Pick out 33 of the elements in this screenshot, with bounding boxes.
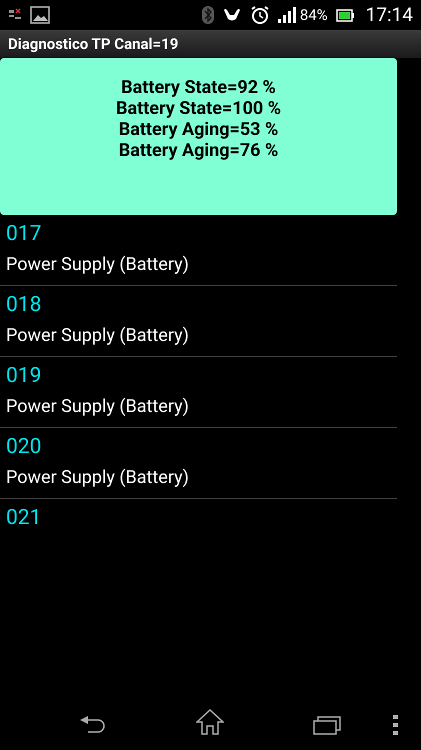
item-label: Power Supply (Battery) [6,253,190,277]
toast-line: Battery State=100 % [116,98,281,119]
image-icon [30,6,50,24]
clock-time: 17:14 [366,2,413,28]
item-code: 018 [6,292,42,318]
menu-icon [393,715,399,735]
toast-line: Battery Aging=76 % [118,140,278,161]
alarm-clock-icon [250,5,270,25]
toast-line: Battery State=92 % [121,77,276,98]
item-code: 020 [6,434,42,460]
list-item[interactable]: 021 [0,499,397,570]
home-icon [196,709,224,735]
battery-percent: 84% [300,4,328,26]
list-item[interactable]: 020 Power Supply (Battery) [0,428,397,499]
item-code: 021 [6,505,42,531]
notification-icon [8,8,22,22]
item-code: 017 [6,221,42,247]
recent-apps-icon [313,715,341,735]
list-item[interactable]: 018 Power Supply (Battery) [0,286,397,357]
back-icon [78,715,106,735]
list-item[interactable]: 017 Power Supply (Battery) [0,215,397,286]
home-button[interactable] [196,708,226,736]
battery-icon [336,8,354,22]
item-label: Power Supply (Battery) [6,395,190,419]
item-label: Power Supply (Battery) [6,324,190,348]
item-code: 019 [6,363,42,389]
toast-line: Battery Aging=53 % [118,119,278,140]
recent-apps-button[interactable] [313,714,343,736]
window-title: Diagnostico TP Canal=19 [8,34,178,55]
item-label: Power Supply (Battery) [6,466,190,490]
list-item[interactable]: 019 Power Supply (Battery) [0,357,397,428]
signal-icon [278,7,296,23]
bluetooth-icon [202,6,214,24]
